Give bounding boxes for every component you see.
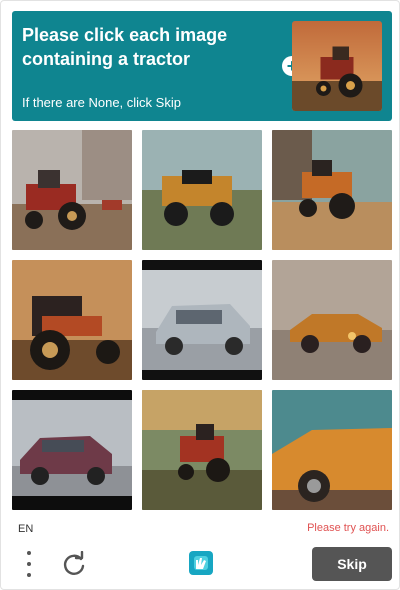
example-tractor-illustration (292, 21, 382, 111)
tile-6-car-image (272, 260, 392, 380)
error-message: Please try again. (307, 522, 389, 534)
tile-4[interactable] (12, 260, 132, 380)
menu-dot (27, 551, 31, 555)
hcaptcha-logo-icon[interactable] (185, 547, 217, 579)
tile-7-car-image (12, 390, 132, 510)
menu-dot (27, 562, 31, 566)
menu-icon[interactable] (19, 551, 39, 577)
tile-1-tractor-image (12, 130, 132, 250)
challenge-prompt: Please click each image containing a tra… (22, 25, 228, 69)
image-grid (12, 130, 392, 510)
tile-4-tractor-image (12, 260, 132, 380)
tile-9-car-image (272, 390, 392, 510)
refresh-icon[interactable] (61, 550, 87, 577)
menu-dot (27, 573, 31, 577)
tile-7[interactable] (12, 390, 132, 510)
hcaptcha-logo-glyph (189, 551, 213, 575)
tile-5[interactable] (142, 260, 262, 380)
language-selector[interactable]: EN (18, 523, 33, 535)
tile-8-tractor-image (142, 390, 262, 510)
tile-3[interactable] (272, 130, 392, 250)
tile-8[interactable] (142, 390, 262, 510)
refresh-icon-glyph (63, 550, 85, 575)
tile-2-tractor-image (142, 130, 262, 250)
tile-9[interactable] (272, 390, 392, 510)
skip-hint: If there are None, click Skip (22, 95, 181, 110)
example-image-tractor[interactable] (292, 21, 382, 111)
tile-2[interactable] (142, 130, 262, 250)
challenge-header: Please click each image containing a tra… (12, 11, 392, 121)
tile-3-tractor-image (272, 130, 392, 250)
tile-5-car-image (142, 260, 262, 380)
skip-button[interactable]: Skip (312, 547, 392, 581)
captcha-frame: Please click each image containing a tra… (0, 0, 400, 590)
tile-6[interactable] (272, 260, 392, 380)
tile-1[interactable] (12, 130, 132, 250)
